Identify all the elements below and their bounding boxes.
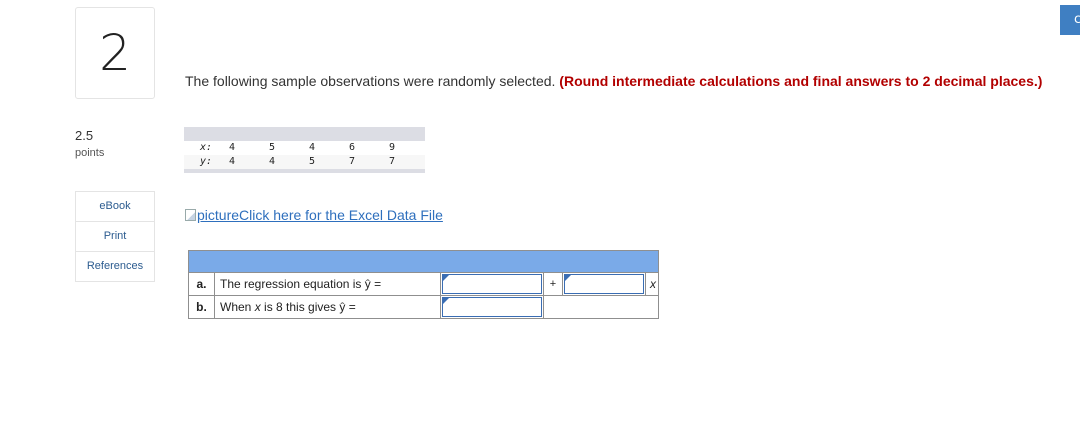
chevron-icon: c <box>1074 12 1080 27</box>
y-value: 7 <box>388 156 396 167</box>
excel-link-img-alt: picture <box>197 207 240 223</box>
answer-table-header <box>188 250 659 273</box>
resource-menu: eBook Print References <box>75 191 155 282</box>
x-label: x: <box>199 142 212 153</box>
references-link[interactable]: References <box>76 252 154 281</box>
points-label: points <box>75 147 105 159</box>
slope-input[interactable] <box>564 274 644 294</box>
regression-equation-label: The regression equation is ŷ = <box>214 272 441 296</box>
row-letter: a. <box>188 272 215 296</box>
excel-link-text: Click here for the Excel Data File <box>239 207 443 223</box>
prediction-input[interactable] <box>442 297 542 317</box>
prediction-label-part: When <box>220 300 255 314</box>
points-value: 2.5 <box>75 128 94 143</box>
prediction-label-part: is 8 this gives ŷ = <box>260 300 356 314</box>
y-label: y: <box>199 156 212 167</box>
answer-table: a. The regression equation is ŷ = + x b.… <box>188 250 659 319</box>
x-variable: x <box>645 272 659 296</box>
plus-sign: + <box>543 272 563 296</box>
rounding-instruction: (Round intermediate calculations and fin… <box>559 73 1043 89</box>
excel-data-link[interactable]: picture Click here for the Excel Data Fil… <box>185 207 443 223</box>
intercept-input[interactable] <box>442 274 542 294</box>
y-value: 4 <box>228 156 236 167</box>
y-row: y: 4 4 5 7 7 <box>184 155 425 169</box>
ebook-link[interactable]: eBook <box>76 192 154 222</box>
prompt-text: The following sample observations were r… <box>185 73 556 89</box>
top-right-button[interactable]: c <box>1060 5 1080 35</box>
x-value: 6 <box>348 142 356 153</box>
answer-row-b: b. When x is 8 this gives ŷ = <box>188 295 659 319</box>
x-value: 4 <box>308 142 316 153</box>
x-value: 4 <box>228 142 236 153</box>
answer-row-a: a. The regression equation is ŷ = + x <box>188 272 659 296</box>
broken-image-icon <box>185 209 196 221</box>
question-prompt: The following sample observations were r… <box>185 72 1075 91</box>
print-link[interactable]: Print <box>76 222 154 252</box>
y-value: 7 <box>348 156 356 167</box>
y-value: 5 <box>308 156 316 167</box>
y-value: 4 <box>268 156 276 167</box>
observations-table: x: 4 5 4 6 9 y: 4 4 5 7 7 <box>184 127 425 173</box>
x-value: 5 <box>268 142 276 153</box>
row-letter: b. <box>188 295 215 319</box>
prediction-label: When x is 8 this gives ŷ = <box>214 295 441 319</box>
question-number: 2 <box>75 7 155 99</box>
x-value: 9 <box>388 142 396 153</box>
x-row: x: 4 5 4 6 9 <box>184 141 425 155</box>
